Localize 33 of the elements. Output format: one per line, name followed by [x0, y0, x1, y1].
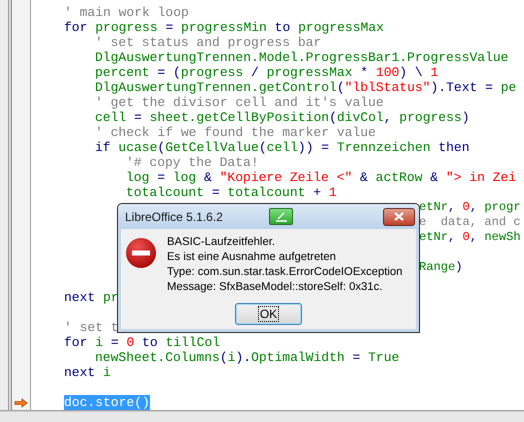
message-line: Type: com.sun.star.task.ErrorCodeIOException	[167, 265, 402, 280]
code-fragment: Range)	[419, 260, 463, 275]
message-line: BASIC-Laufzeitfehler.	[167, 235, 276, 250]
code-line: DlgAuswertungTrennen.Model.ProgressBar1.ProgressValue	[95, 50, 508, 65]
code-line: cell = sheet.getCellByPosition(divCol, progress)	[95, 110, 470, 125]
edit-button[interactable]	[268, 208, 293, 225]
code-line: DlgAuswertungTrennen.getControl("lblStatus").Text = pe	[95, 80, 516, 95]
code-line: for i = 0 to tillCol	[64, 335, 220, 350]
code-line: '# copy the Data!	[126, 155, 259, 170]
dialog-title: LibreOffice 5.1.6.2	[125, 210, 223, 224]
code-line: if ucase(GetCellValue(cell)) = Trennzeichen then	[95, 140, 470, 155]
code-line: next i	[64, 365, 111, 380]
code-line: ' set status and progress bar	[95, 35, 322, 50]
code-fragment: e data, and c	[419, 215, 521, 230]
message-line: Message: SfxBaseModel::storeSelf: 0x31c.	[167, 280, 384, 295]
code-fragment: etNr, 0, progr	[419, 200, 521, 215]
pen-icon	[274, 211, 288, 222]
message-line: Es ist eine Ausnahme aufgetreten	[167, 250, 337, 265]
code-line: next pr	[64, 290, 119, 305]
code-line: totalcount = totalcount + 1	[126, 185, 337, 200]
code-line: ' check if we found the marker value	[95, 125, 376, 140]
code-line: newSheet.Columns(i).OptimalWidth = True	[95, 350, 400, 365]
error-icon	[125, 237, 157, 269]
close-button[interactable]	[383, 208, 415, 226]
code-line: log = log & "Kopiere Zeile <" & actRow & "> in Zei	[126, 170, 516, 185]
code-line: percent = (progress / progressMax * 100) \ 1	[95, 65, 438, 80]
close-icon	[393, 212, 405, 221]
code-line: ' main work loop	[64, 5, 189, 20]
code-line: for progress = progressMin to progressMax	[64, 20, 384, 35]
code-line: ' get the divisor cell and it's value	[95, 95, 384, 110]
code-fragment: etNr, 0, newSh	[419, 230, 521, 245]
ok-button[interactable]: OK	[235, 303, 302, 325]
code-line: ' set t	[64, 320, 119, 335]
